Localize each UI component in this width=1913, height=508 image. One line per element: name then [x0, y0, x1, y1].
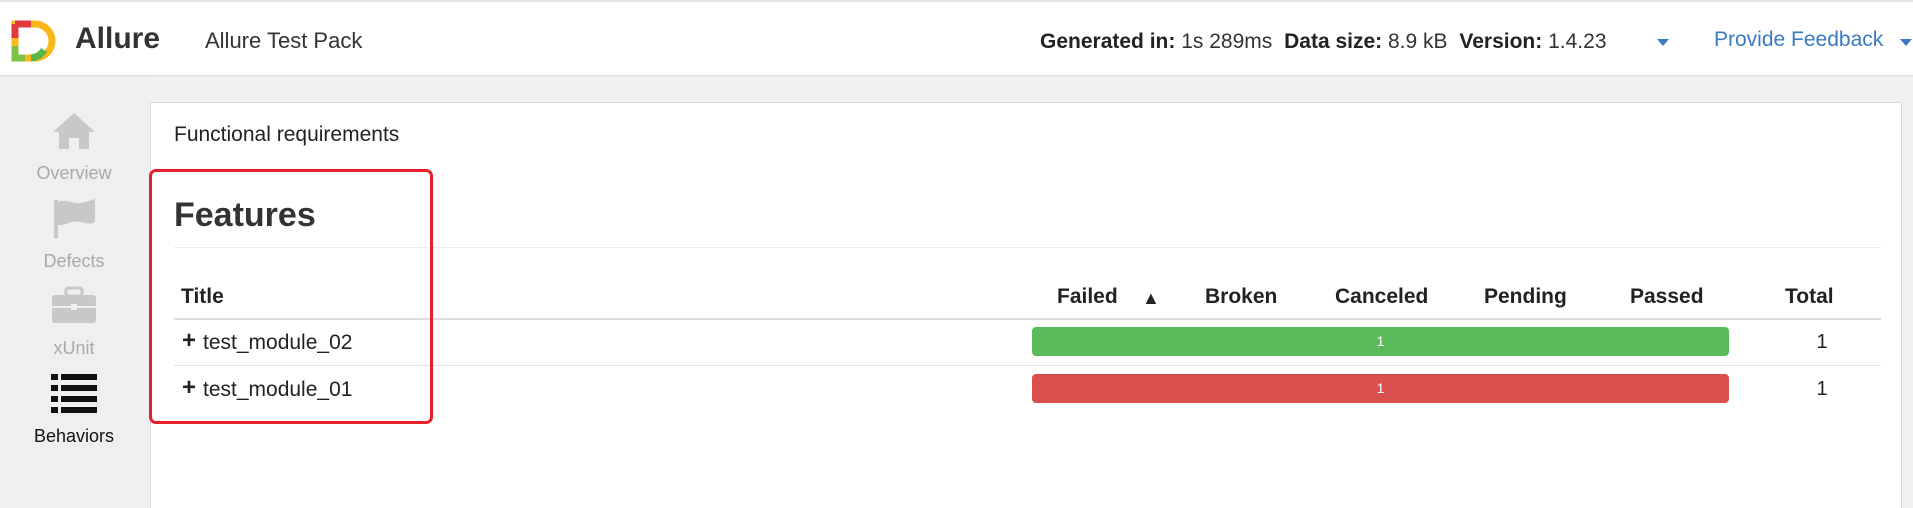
- version-value: 1.4.23: [1548, 30, 1607, 53]
- briefcase-icon: [52, 286, 96, 323]
- sort-ascending-icon[interactable]: ▲: [1142, 288, 1160, 309]
- row-total: 1: [1816, 331, 1828, 353]
- status-bar-failed: 1: [1032, 374, 1729, 403]
- generated-label: Generated in:: [1040, 30, 1176, 53]
- generated-value: 1s 289ms: [1181, 30, 1273, 53]
- data-size-label: Data size:: [1284, 30, 1383, 53]
- status-bar-passed: 1: [1032, 327, 1729, 356]
- column-header-failed[interactable]: Failed: [1057, 285, 1118, 309]
- home-icon: [53, 113, 95, 149]
- row-total: 1: [1816, 378, 1828, 400]
- column-header-total[interactable]: Total: [1785, 285, 1834, 309]
- version-dropdown-caret-icon[interactable]: [1657, 39, 1669, 46]
- sidebar-item-behaviors[interactable]: Behaviors: [0, 340, 148, 446]
- breadcrumb: Functional requirements: [174, 123, 400, 146]
- flag-icon: [54, 199, 95, 238]
- version-label: Version:: [1459, 30, 1543, 53]
- data-size-value: 8.9 kB: [1388, 30, 1448, 53]
- sidebar-item-overview[interactable]: Overview: [0, 77, 148, 183]
- report-meta: Generated in: 1s 289ms Data size: 8.9 kB…: [1040, 30, 1613, 54]
- column-header-passed[interactable]: Passed: [1630, 285, 1704, 309]
- provide-feedback-link[interactable]: Provide Feedback: [1714, 28, 1883, 52]
- allure-logo-icon[interactable]: [11, 20, 57, 62]
- sidebar-item-xunit[interactable]: xUnit: [0, 252, 148, 358]
- sidebar-item-label: Behaviors: [33, 426, 115, 446]
- sidebar-item-defects[interactable]: Defects: [0, 165, 148, 271]
- column-header-broken[interactable]: Broken: [1205, 285, 1277, 309]
- annotation-highlight-box: [149, 169, 433, 424]
- report-name: Allure Test Pack: [205, 28, 363, 53]
- column-header-pending[interactable]: Pending: [1484, 285, 1567, 309]
- column-header-canceled[interactable]: Canceled: [1335, 285, 1428, 309]
- list-icon: [51, 374, 97, 413]
- brand-name: Allure: [75, 22, 161, 55]
- sidebar: Overview Defects xUnit Behaviors: [0, 77, 148, 508]
- feedback-dropdown-caret-icon[interactable]: [1900, 39, 1912, 46]
- top-header: Allure Allure Test Pack Generated in: 1s…: [0, 0, 1913, 76]
